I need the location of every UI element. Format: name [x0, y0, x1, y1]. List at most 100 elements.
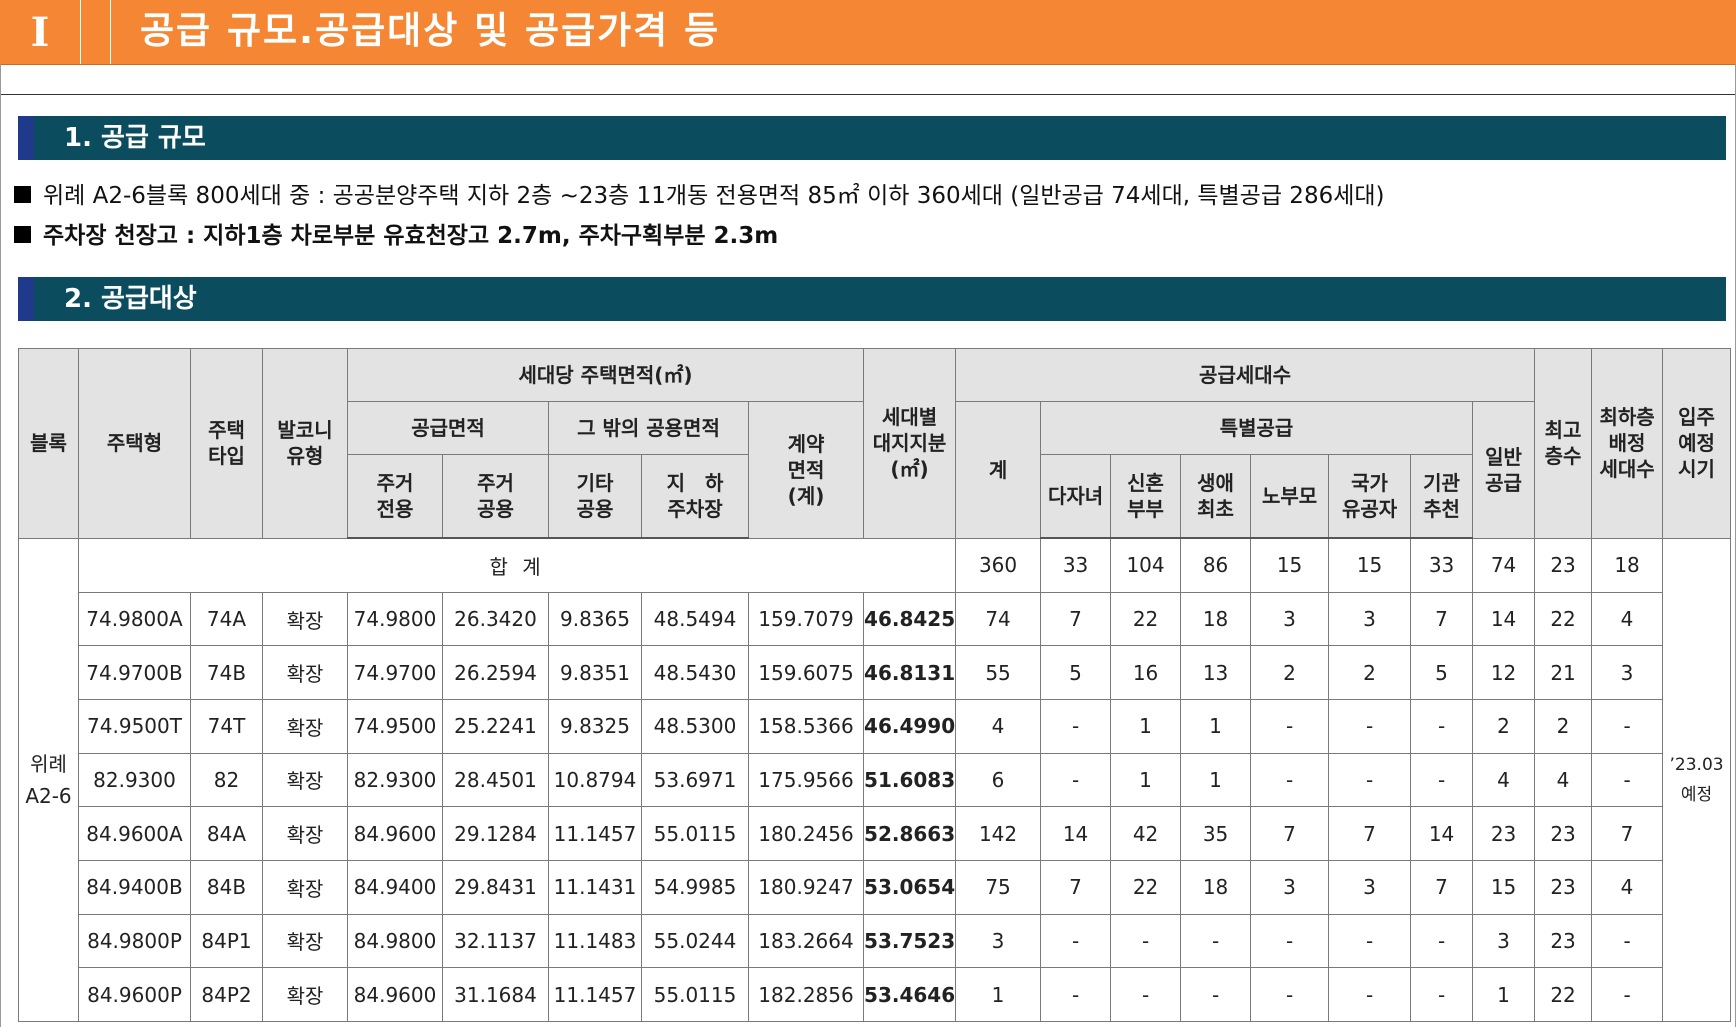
cell-type: 84B	[190, 859, 263, 915]
cell-national: 7	[1328, 806, 1412, 861]
cell-lowest: -	[1591, 967, 1664, 1022]
cell-general: 3	[1472, 913, 1536, 969]
col-national-merit: 국가 유공자	[1328, 454, 1412, 539]
cell-newlywed: 16	[1110, 645, 1182, 700]
section-1-bar: 1. 공급 규모	[18, 116, 1726, 160]
cell-house-type: 82.9300	[78, 752, 191, 808]
cell-land: 53.0654	[863, 859, 957, 915]
cell-res-excl: 82.9300	[347, 752, 443, 808]
section-2-title: 2. 공급대상	[64, 284, 197, 314]
col-house-type: 주택형	[78, 348, 191, 539]
total-max-floor: 23	[1534, 537, 1593, 593]
cell-first: 35	[1180, 806, 1252, 861]
cell-contract: 180.9247	[747, 859, 865, 915]
section-accent	[18, 277, 34, 321]
cell-national: 2	[1328, 645, 1412, 700]
total-first-time: 86	[1180, 537, 1252, 593]
bullet-text: 주차장 천장고 : 지하1층 차로부분 유효천장고 2.7m, 주차구획부분 2…	[43, 223, 779, 249]
total-units: 360	[955, 537, 1042, 593]
cell-res-excl: 84.9600	[347, 967, 443, 1022]
cell-parking: 55.0115	[641, 806, 749, 861]
cell-agency: -	[1410, 913, 1474, 969]
cell-first: -	[1180, 967, 1252, 1022]
cell-house-type: 84.9600A	[78, 806, 191, 861]
cell-first: -	[1180, 913, 1252, 969]
cell-contract: 183.2664	[747, 913, 865, 969]
cell-parking: 53.6971	[641, 752, 749, 808]
cell-res-common: 29.8431	[442, 859, 549, 915]
cell-total: 1	[955, 967, 1042, 1022]
frame-left	[0, 64, 1, 1027]
cell-first: 1	[1180, 752, 1252, 808]
cell-total: 74	[955, 591, 1042, 647]
cell-multi-child: 5	[1040, 645, 1112, 700]
cell-total: 55	[955, 645, 1042, 700]
cell-multi-child: 7	[1040, 859, 1112, 915]
cell-balcony: 확장	[262, 645, 348, 700]
cell-balcony: 확장	[262, 859, 348, 915]
cell-national: -	[1328, 698, 1412, 754]
cell-land: 51.6083	[863, 752, 957, 808]
cell-land: 46.8131	[863, 645, 957, 700]
cell-balcony: 확장	[262, 591, 348, 647]
table-row: 74.9500T 74T 확장 74.9500 25.2241 9.8325 48.5300…	[19, 698, 1731, 754]
cell-multi-child: 14	[1040, 806, 1112, 861]
cell-national: 3	[1328, 591, 1412, 647]
cell-other-common: 11.1483	[548, 913, 642, 969]
page-title: 공급 규모.공급대상 및 공급가격 등	[140, 9, 721, 52]
cell-elderly: 7	[1250, 806, 1330, 861]
cell-res-excl: 84.9600	[347, 806, 443, 861]
cell-land: 52.8663	[863, 806, 957, 861]
cell-balcony: 확장	[262, 806, 348, 861]
cell-general: 1	[1472, 967, 1536, 1022]
cell-first: 18	[1180, 591, 1252, 647]
col-group-supply-units: 공급세대수	[955, 348, 1536, 402]
cell-res-excl: 74.9800	[347, 591, 443, 647]
cell-parking: 54.9985	[641, 859, 749, 915]
header-divider	[110, 0, 111, 64]
total-label: 합 계	[77, 537, 957, 593]
cell-contract: 159.7079	[747, 591, 865, 647]
cell-other-common: 11.1431	[548, 859, 642, 915]
cell-general: 15	[1472, 859, 1536, 915]
cell-max: 23	[1534, 913, 1593, 969]
cell-contract: 158.5366	[747, 698, 865, 754]
table-row: 74.9700B 74B 확장 74.9700 26.2594 9.8351 48.5430…	[19, 645, 1731, 700]
col-group-supply-area: 공급면적	[347, 401, 549, 455]
table-row: 84.9600P 84P2 확장 84.9600 31.1684 11.1457 55.01…	[19, 967, 1731, 1022]
cell-newlywed: 22	[1110, 859, 1182, 915]
total-agency: 33	[1410, 537, 1474, 593]
cell-other-common: 9.8365	[548, 591, 642, 647]
cell-lowest: 7	[1591, 806, 1664, 861]
table-row: 84.9400B 84B 확장 84.9400 29.8431 11.1431 54.998…	[19, 859, 1731, 915]
cell-res-common: 29.1284	[442, 806, 549, 861]
total-multi-child: 33	[1040, 537, 1112, 593]
cell-total: 6	[955, 752, 1042, 808]
cell-total: 4	[955, 698, 1042, 754]
cell-land: 46.8425	[863, 591, 957, 647]
cell-contract: 180.2456	[747, 806, 865, 861]
col-total-units: 계	[955, 401, 1042, 539]
cell-house-type: 84.9600P	[78, 967, 191, 1022]
cell-other-common: 11.1457	[548, 806, 642, 861]
cell-balcony: 확장	[262, 698, 348, 754]
cell-type: 82	[190, 752, 263, 808]
total-general: 74	[1472, 537, 1536, 593]
cell-type: 74T	[190, 698, 263, 754]
cell-res-excl: 84.9800	[347, 913, 443, 969]
cell-type: 74A	[190, 591, 263, 647]
cell-max: 23	[1534, 806, 1593, 861]
total-row: 위례 A2-6 합 계 360 33 104 86 15 15 33 74 23 …	[18, 537, 1732, 1022]
cell-house-type: 74.9500T	[78, 698, 191, 754]
cell-parking: 48.5300	[641, 698, 749, 754]
cell-lowest: 3	[1591, 645, 1664, 700]
table-row: 84.9800P 84P1 확장 84.9800 32.1137 11.1483 55.02…	[19, 913, 1731, 969]
cell-parking: 48.5494	[641, 591, 749, 647]
cell-total: 3	[955, 913, 1042, 969]
cell-contract: 159.6075	[747, 645, 865, 700]
cell-land: 53.4646	[863, 967, 957, 1022]
cell-balcony: 확장	[262, 913, 348, 969]
col-move-in: 입주 예정 시기	[1662, 348, 1732, 539]
cell-house-type: 84.9400B	[78, 859, 191, 915]
cell-type: 84P1	[190, 913, 263, 969]
